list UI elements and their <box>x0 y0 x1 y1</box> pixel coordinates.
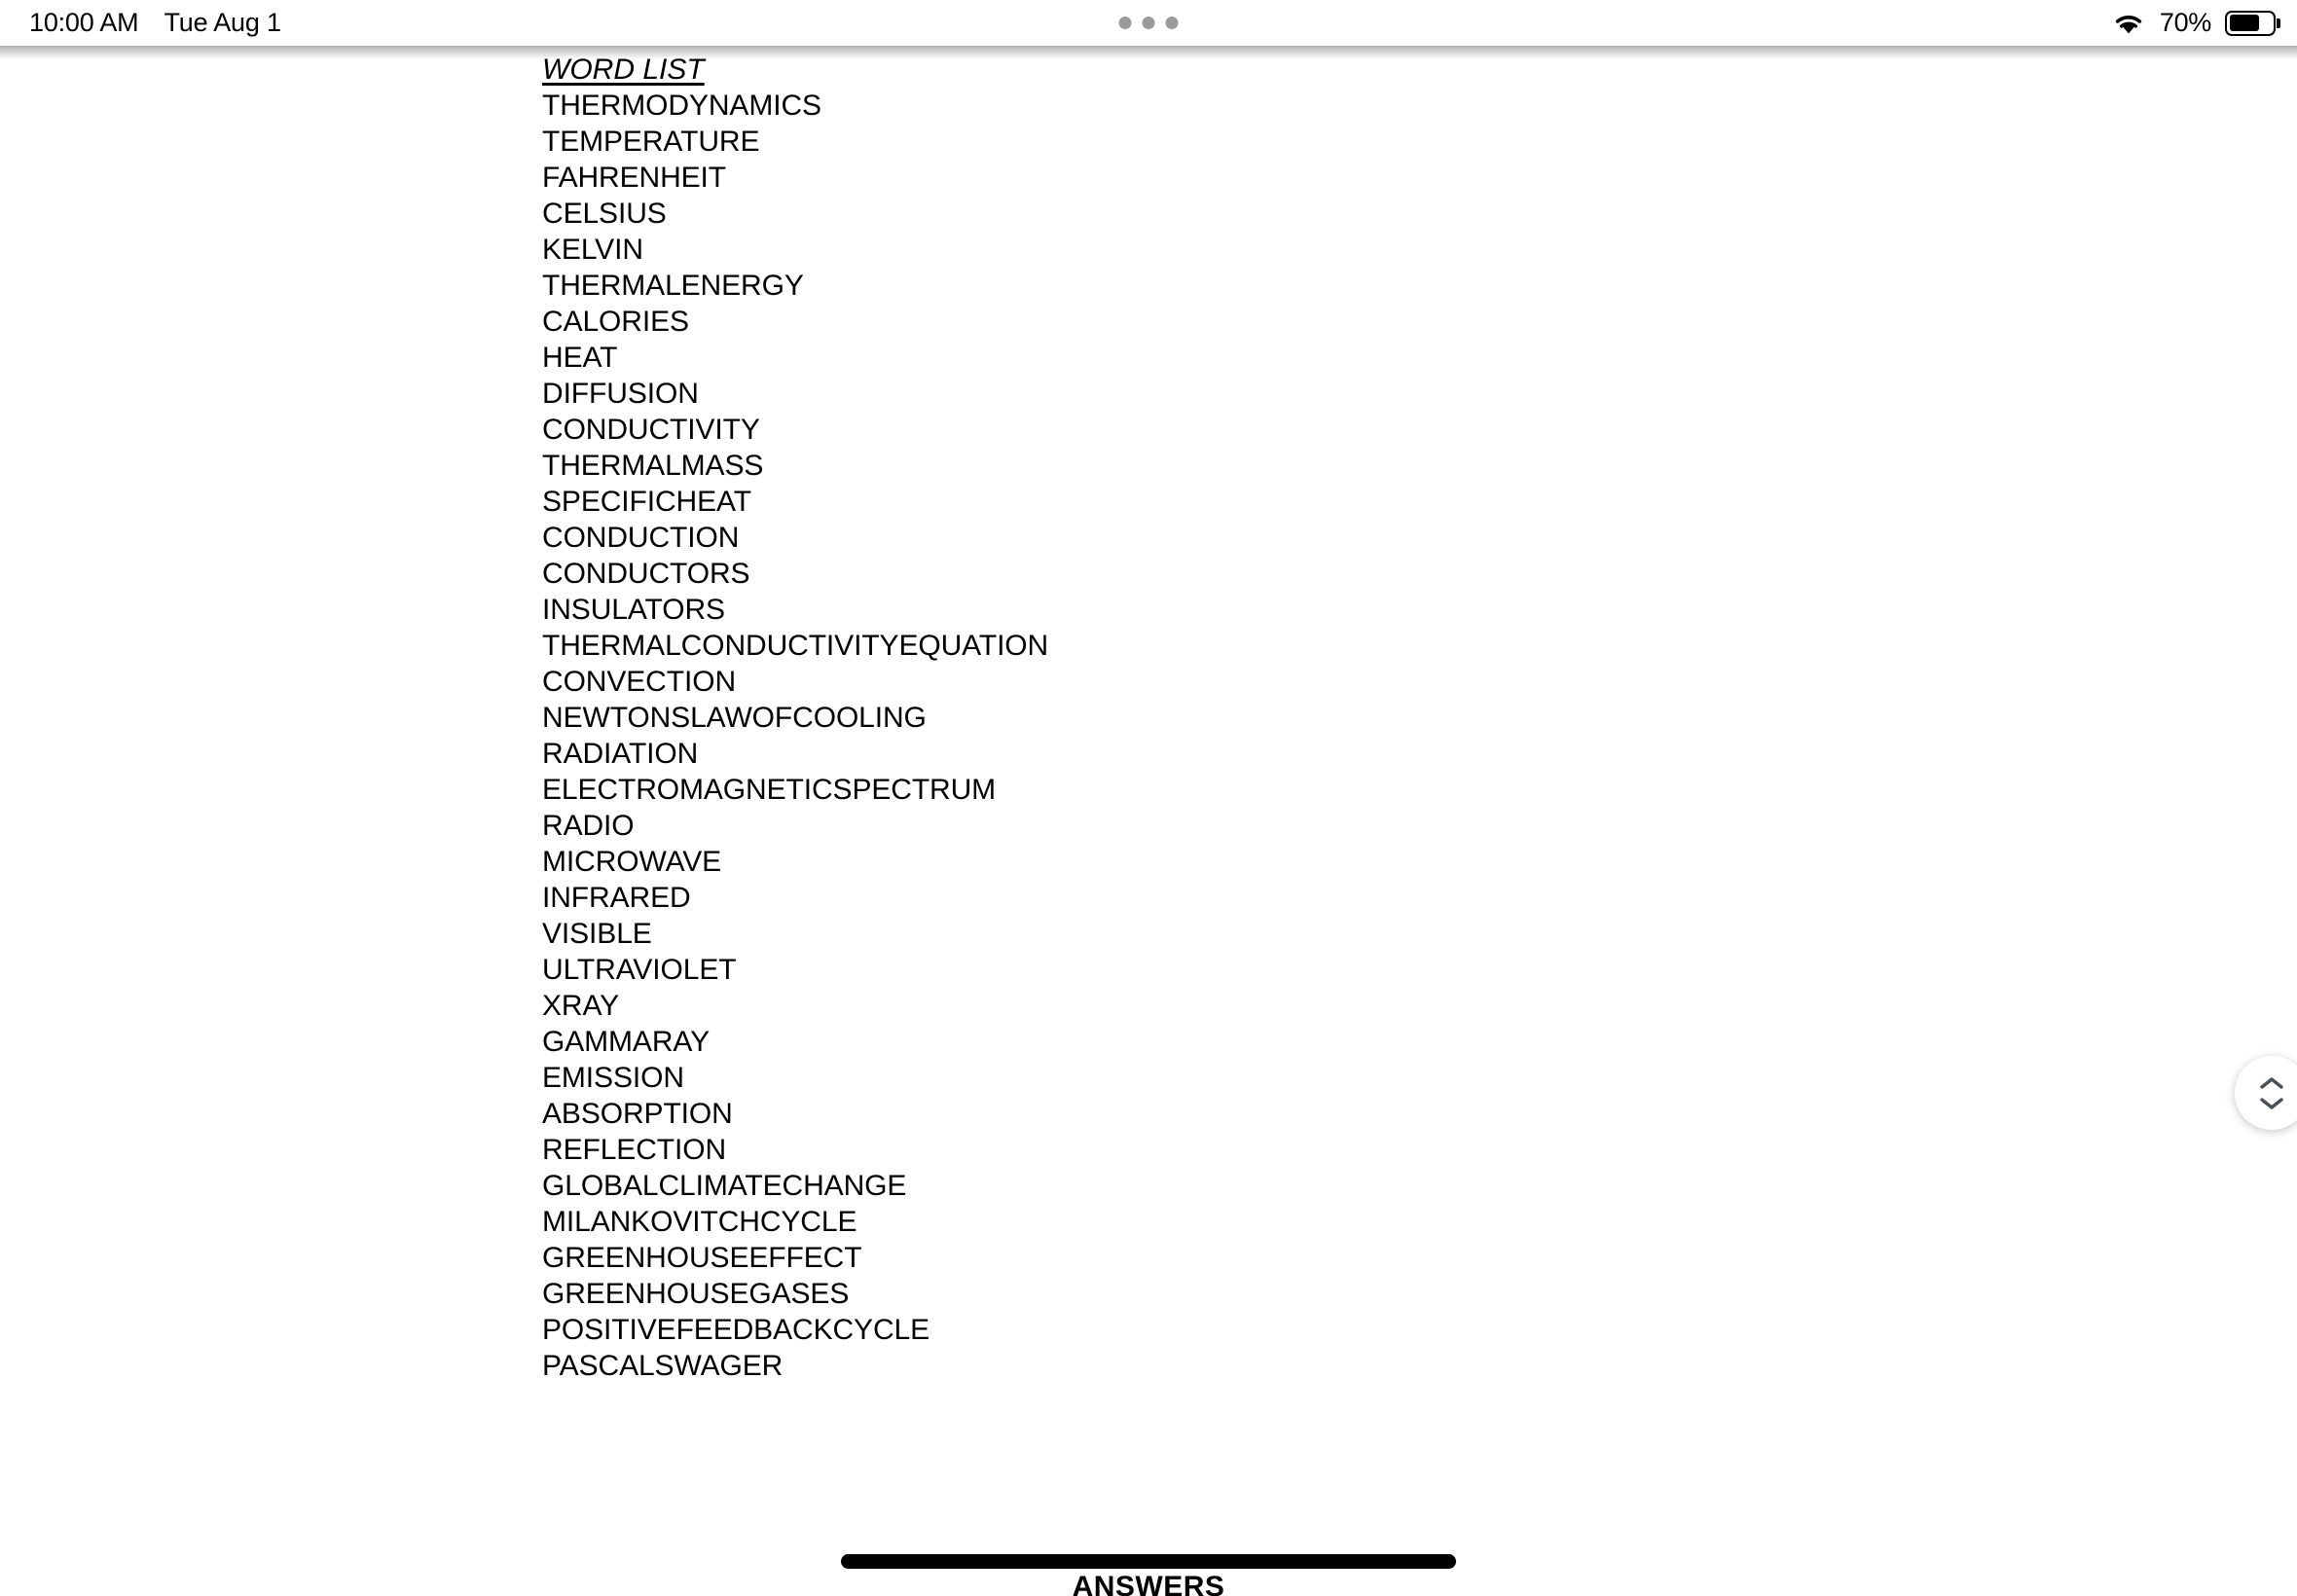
word-list-item: THERMALENERGY <box>542 270 804 302</box>
word-list-section: WORD LIST THERMODYNAMICS TEMPERATURE FAHRE… <box>542 52 2002 1384</box>
word-list-item: HEAT <box>542 342 618 374</box>
word-list-item: INFRARED <box>542 882 691 914</box>
word-list: THERMODYNAMICS TEMPERATURE FAHRENHEIT CELSI… <box>542 88 2002 1384</box>
word-list-item: THERMALMASS <box>542 450 764 482</box>
word-list-item: EMISSION <box>542 1062 684 1094</box>
word-list-item: ELECTROMAGNETICSPECTRUM <box>542 774 997 806</box>
home-indicator[interactable] <box>841 1554 1456 1569</box>
word-list-item: GAMMARAY <box>542 1026 710 1058</box>
status-bar-left: 10:00 AM Tue Aug 1 <box>29 0 281 46</box>
word-list-item: CALORIES <box>542 306 689 338</box>
battery-icon <box>2225 10 2280 36</box>
chevron-down-icon[interactable] <box>2259 1097 2284 1110</box>
word-list-item: GREENHOUSEGASES <box>542 1278 850 1310</box>
chevron-up-icon[interactable] <box>2259 1076 2284 1090</box>
handle-dot <box>1142 17 1155 29</box>
word-list-item: CONVECTION <box>542 666 737 698</box>
word-list-item: SPECIFICHEAT <box>542 486 751 518</box>
word-list-item: VISIBLE <box>542 918 652 950</box>
word-list-item: FAHRENHEIT <box>542 162 727 194</box>
document-page[interactable]: WORD LIST THERMODYNAMICS TEMPERATURE FAHRE… <box>0 46 2297 1596</box>
word-list-item: CONDUCTIVITY <box>542 414 760 446</box>
status-bar-shadow <box>0 46 2297 59</box>
wifi-icon <box>2111 10 2146 37</box>
word-list-item: THERMALCONDUCTIVITYEQUATION <box>542 630 1049 662</box>
handle-dot <box>1165 17 1179 29</box>
status-bar-right: 70% <box>2111 0 2280 46</box>
status-time: 10:00 AM <box>29 8 139 37</box>
word-list-item: PASCALSWAGER <box>542 1350 784 1382</box>
word-list-item: CELSIUS <box>542 198 667 230</box>
word-list-item: GREENHOUSEEFFECT <box>542 1242 862 1274</box>
word-list-item: KELVIN <box>542 234 643 266</box>
word-list-item: GLOBALCLIMATECHANGE <box>542 1170 907 1202</box>
word-list-item: INSULATORS <box>542 594 725 626</box>
word-list-item: TEMPERATURE <box>542 126 760 158</box>
word-list-item: CONDUCTORS <box>542 558 750 590</box>
word-list-item: THERMODYNAMICS <box>542 90 821 122</box>
screen: 10:00 AM Tue Aug 1 70% WORD LIST THERMOD… <box>0 0 2297 1596</box>
word-list-item: CONDUCTION <box>542 522 740 554</box>
word-list-item: DIFFUSION <box>542 378 699 410</box>
status-date: Tue Aug 1 <box>164 8 281 37</box>
status-bar: 10:00 AM Tue Aug 1 70% <box>0 0 2297 46</box>
word-list-item: POSITIVEFEEDBACKCYCLE <box>542 1314 930 1346</box>
word-list-item: XRAY <box>542 990 620 1022</box>
word-list-item: RADIATION <box>542 738 699 770</box>
multitask-handle[interactable] <box>1118 0 1179 46</box>
word-list-item: REFLECTION <box>542 1134 727 1166</box>
handle-dot <box>1118 17 1132 29</box>
word-list-item: MICROWAVE <box>542 846 722 878</box>
word-list-item: NEWTONSLAWOFCOOLING <box>542 702 927 734</box>
word-list-item: ULTRAVIOLET <box>542 954 737 986</box>
word-list-item: MILANKOVITCHCYCLE <box>542 1206 857 1238</box>
word-list-item: RADIO <box>542 810 635 842</box>
battery-percent-label: 70% <box>2159 8 2211 37</box>
answers-heading: ANSWERS <box>1072 1571 1225 1596</box>
word-list-item: ABSORPTION <box>542 1098 733 1130</box>
battery-nub <box>2277 18 2280 28</box>
